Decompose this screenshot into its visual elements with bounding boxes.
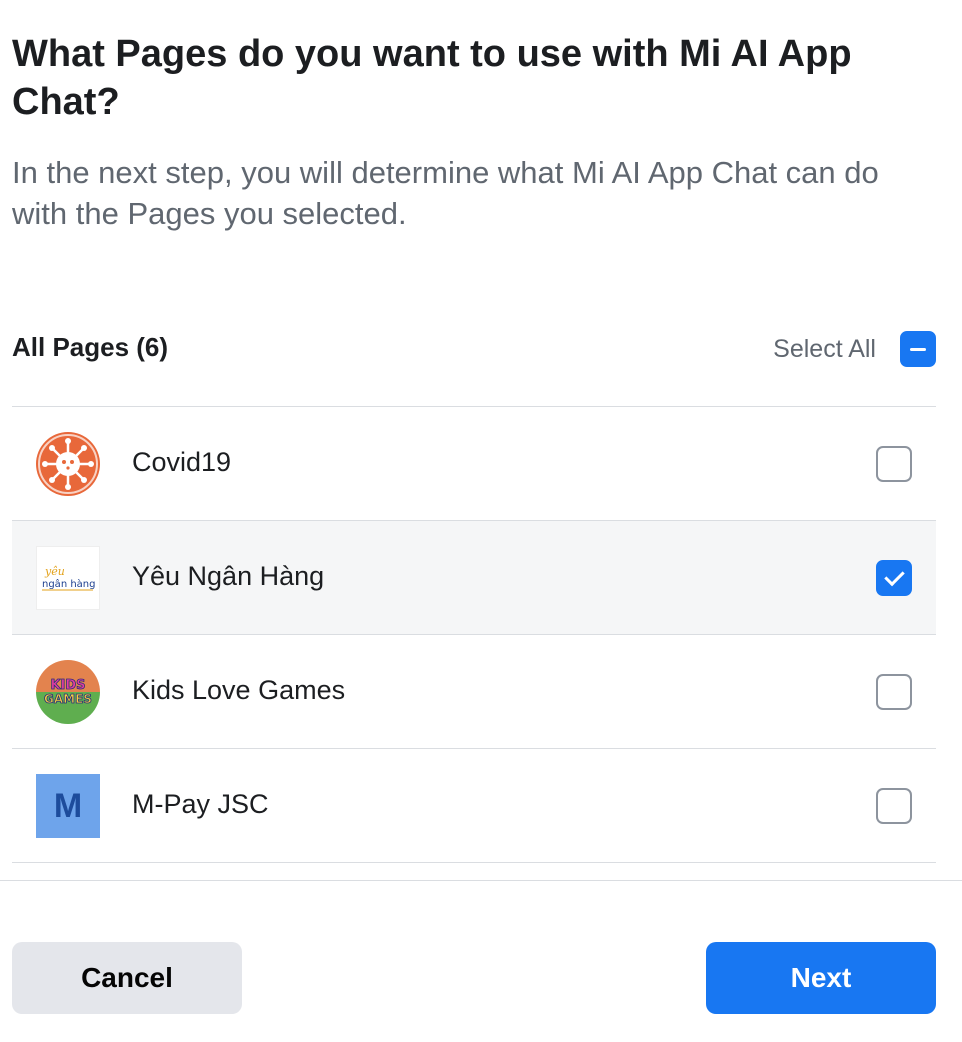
page-name: Yêu Ngân Hàng (132, 561, 325, 591)
covid-virus-icon (36, 432, 100, 496)
svg-text:ngân hàng: ngân hàng (42, 578, 95, 590)
select-all-label[interactable]: Select All (773, 335, 876, 364)
page-name: Kids Love Games (132, 675, 346, 705)
all-pages-count-label: All Pages (6) (12, 332, 169, 362)
page-name: Covid19 (132, 447, 232, 477)
pages-list-header: All Pages (6) Select All (12, 318, 936, 380)
page-checkbox[interactable] (876, 788, 912, 824)
page-checkbox[interactable] (876, 674, 912, 710)
page-row-m-pay-jsc[interactable]: M M-Pay JSC (12, 749, 936, 863)
select-all-control[interactable]: Select All (773, 328, 936, 370)
m-letter-avatar: M (36, 774, 100, 838)
next-button[interactable]: Next (706, 942, 936, 1014)
avatar-letter: M (53, 786, 83, 825)
page-row-covid19[interactable]: Covid19 (12, 407, 936, 521)
page-row-kids-love-games[interactable]: KIDS GAMES Kids Love Games (12, 635, 936, 749)
yeu-ngan-hang-logo: yêu ngân hàng (36, 546, 100, 610)
select-all-checkbox[interactable] (900, 331, 936, 367)
svg-text:GAMES: GAMES (44, 692, 92, 706)
dialog-subtitle: In the next step, you will determine wha… (12, 155, 879, 231)
cancel-button[interactable]: Cancel (12, 942, 242, 1014)
kids-games-logo: KIDS GAMES (36, 660, 100, 724)
dialog-title: What Pages do you want to use with Mi AI… (12, 33, 852, 123)
footer-divider (0, 880, 962, 881)
svg-text:yêu: yêu (44, 565, 65, 578)
svg-text:KIDS: KIDS (50, 678, 85, 693)
page-name: M-Pay JSC (132, 789, 269, 819)
page-list: Covid19 yêu ngân hàng Yêu Ngân Hàng KIDS… (12, 406, 936, 863)
page-checkbox[interactable] (876, 560, 912, 596)
page-checkbox[interactable] (876, 446, 912, 482)
page-row-yeu-ngan-hang[interactable]: yêu ngân hàng Yêu Ngân Hàng (12, 521, 936, 635)
